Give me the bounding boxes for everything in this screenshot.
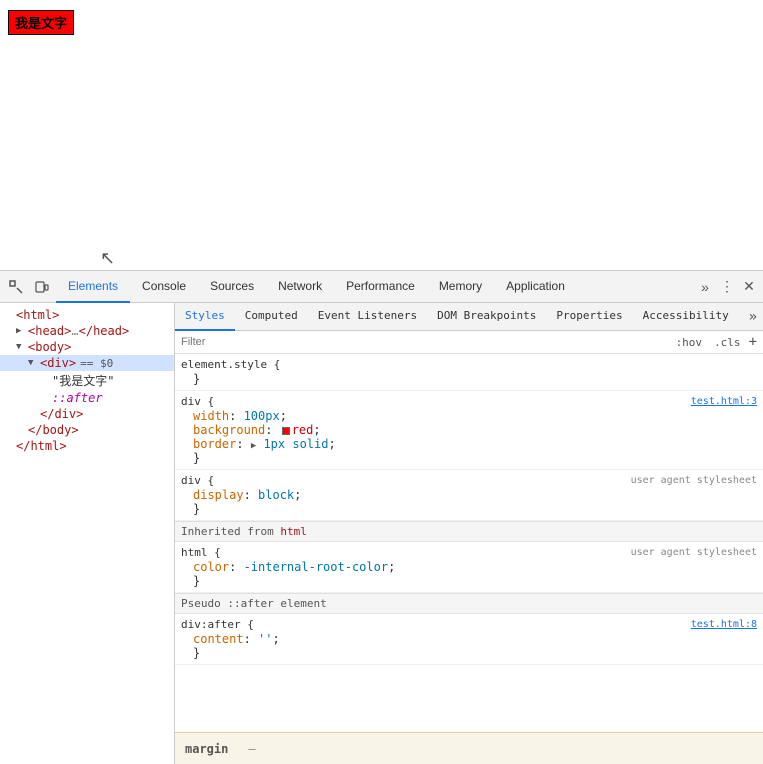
red-box-element: 我是文字: [8, 10, 74, 35]
tree-row-head[interactable]: ▶ <head>…</head>: [0, 323, 174, 339]
tree-row-div[interactable]: ▼ <div> == $0: [0, 355, 174, 371]
tab-styles[interactable]: Styles: [175, 303, 235, 331]
div-style-block: div { test.html:3 width: 100px; backgrou…: [175, 391, 763, 470]
more-secondary-tabs-icon[interactable]: »: [743, 309, 763, 325]
tree-row-html[interactable]: <html>: [0, 307, 174, 323]
tree-row-close-html[interactable]: </html>: [0, 438, 174, 454]
tab-network[interactable]: Network: [266, 271, 334, 303]
hov-button[interactable]: :hov: [672, 335, 707, 350]
toolbar-right: » ⋮ ✕: [693, 277, 759, 297]
add-style-button[interactable]: +: [749, 334, 757, 350]
div-ua-selector-line: div { user agent stylesheet: [181, 474, 757, 487]
box-model-dash: –: [248, 742, 255, 756]
tab-elements[interactable]: Elements: [56, 271, 130, 303]
div-after-source-link[interactable]: test.html:8: [691, 619, 757, 630]
devtools-tabs: Elements Console Sources Network Perform…: [56, 271, 693, 303]
device-toggle-icon[interactable]: [30, 275, 54, 299]
devtools-panel: Elements Console Sources Network Perform…: [0, 270, 763, 764]
box-model-bar: margin –: [175, 732, 763, 764]
styles-content: element.style { } div { test.html:3 widt…: [175, 354, 763, 732]
filter-bar: :hov .cls +: [175, 331, 763, 354]
div-after-selector-line: div:after { test.html:8: [181, 618, 757, 631]
html-ua-selector-line: html { user agent stylesheet: [181, 546, 757, 559]
inspect-element-icon[interactable]: [4, 275, 28, 299]
inherited-section-header: Inherited from html: [175, 521, 763, 542]
div-background-rule: background: red;: [181, 423, 757, 437]
tree-arrow: ▼: [28, 358, 40, 368]
div-source-link[interactable]: test.html:3: [691, 396, 757, 407]
element-style-close: }: [181, 372, 757, 386]
cls-button[interactable]: .cls: [710, 335, 745, 350]
tree-row-text[interactable]: "我是文字": [0, 371, 174, 390]
html-color-rule: color: -internal-root-color;: [181, 560, 757, 574]
close-devtools-icon[interactable]: ✕: [739, 277, 759, 297]
tree-row-close-body[interactable]: </body>: [0, 422, 174, 438]
html-ua-close: }: [181, 574, 757, 588]
div-display-rule: display: block;: [181, 488, 757, 502]
styles-panel: Styles Computed Event Listeners DOM Brea…: [175, 303, 763, 764]
tab-computed[interactable]: Computed: [235, 303, 308, 331]
filter-buttons: :hov .cls +: [672, 334, 757, 350]
div-after-content-rule: content: '';: [181, 632, 757, 646]
more-options-icon[interactable]: ⋮: [717, 277, 737, 297]
secondary-tabs: Styles Computed Event Listeners DOM Brea…: [175, 303, 763, 331]
html-ua-style-block: html { user agent stylesheet color: -int…: [175, 542, 763, 593]
div-after-style-block: div:after { test.html:8 content: ''; }: [175, 614, 763, 665]
div-selector-line: div { test.html:3: [181, 395, 757, 408]
div-style-close: }: [181, 451, 757, 465]
tree-row-close-div[interactable]: </div>: [0, 406, 174, 422]
filter-input[interactable]: [181, 336, 672, 348]
tree-row-body[interactable]: ▼ <body>: [0, 339, 174, 355]
devtools-toolbar: Elements Console Sources Network Perform…: [0, 271, 763, 303]
element-style-selector: element.style {: [181, 358, 757, 371]
div-border-rule: border: ▶ 1px solid;: [181, 437, 757, 451]
box-model-label: margin: [185, 742, 228, 756]
div-ua-close: }: [181, 502, 757, 516]
tab-event-listeners[interactable]: Event Listeners: [308, 303, 427, 331]
tree-arrow: ▶: [16, 326, 28, 336]
tab-performance[interactable]: Performance: [334, 271, 427, 303]
tree-row-after[interactable]: ::after: [0, 390, 174, 406]
div-width-rule: width: 100px;: [181, 409, 757, 423]
tab-dom-breakpoints[interactable]: DOM Breakpoints: [427, 303, 546, 331]
tab-console[interactable]: Console: [130, 271, 198, 303]
tab-application[interactable]: Application: [494, 271, 577, 303]
tab-accessibility[interactable]: Accessibility: [633, 303, 739, 331]
elements-panel: <html> ▶ <head>…</head> ▼ <body> ▼ <div>…: [0, 303, 175, 764]
tab-memory[interactable]: Memory: [427, 271, 494, 303]
devtools-body: <html> ▶ <head>…</head> ▼ <body> ▼ <div>…: [0, 303, 763, 764]
tab-sources[interactable]: Sources: [198, 271, 266, 303]
ua-stylesheet-label: user agent stylesheet: [631, 475, 757, 486]
tree-arrow: ▼: [16, 342, 28, 352]
cursor-icon: ↖: [100, 248, 112, 266]
element-style-block: element.style { }: [175, 354, 763, 391]
color-swatch[interactable]: [282, 427, 290, 435]
div-ua-style-block: div { user agent stylesheet display: blo…: [175, 470, 763, 521]
html-ua-source: user agent stylesheet: [631, 547, 757, 558]
pseudo-section-header: Pseudo ::after element: [175, 593, 763, 614]
div-after-close: }: [181, 646, 757, 660]
page-content: 我是文字 ↖: [0, 0, 763, 270]
more-tabs-icon[interactable]: »: [695, 277, 715, 297]
tab-properties[interactable]: Properties: [546, 303, 632, 331]
